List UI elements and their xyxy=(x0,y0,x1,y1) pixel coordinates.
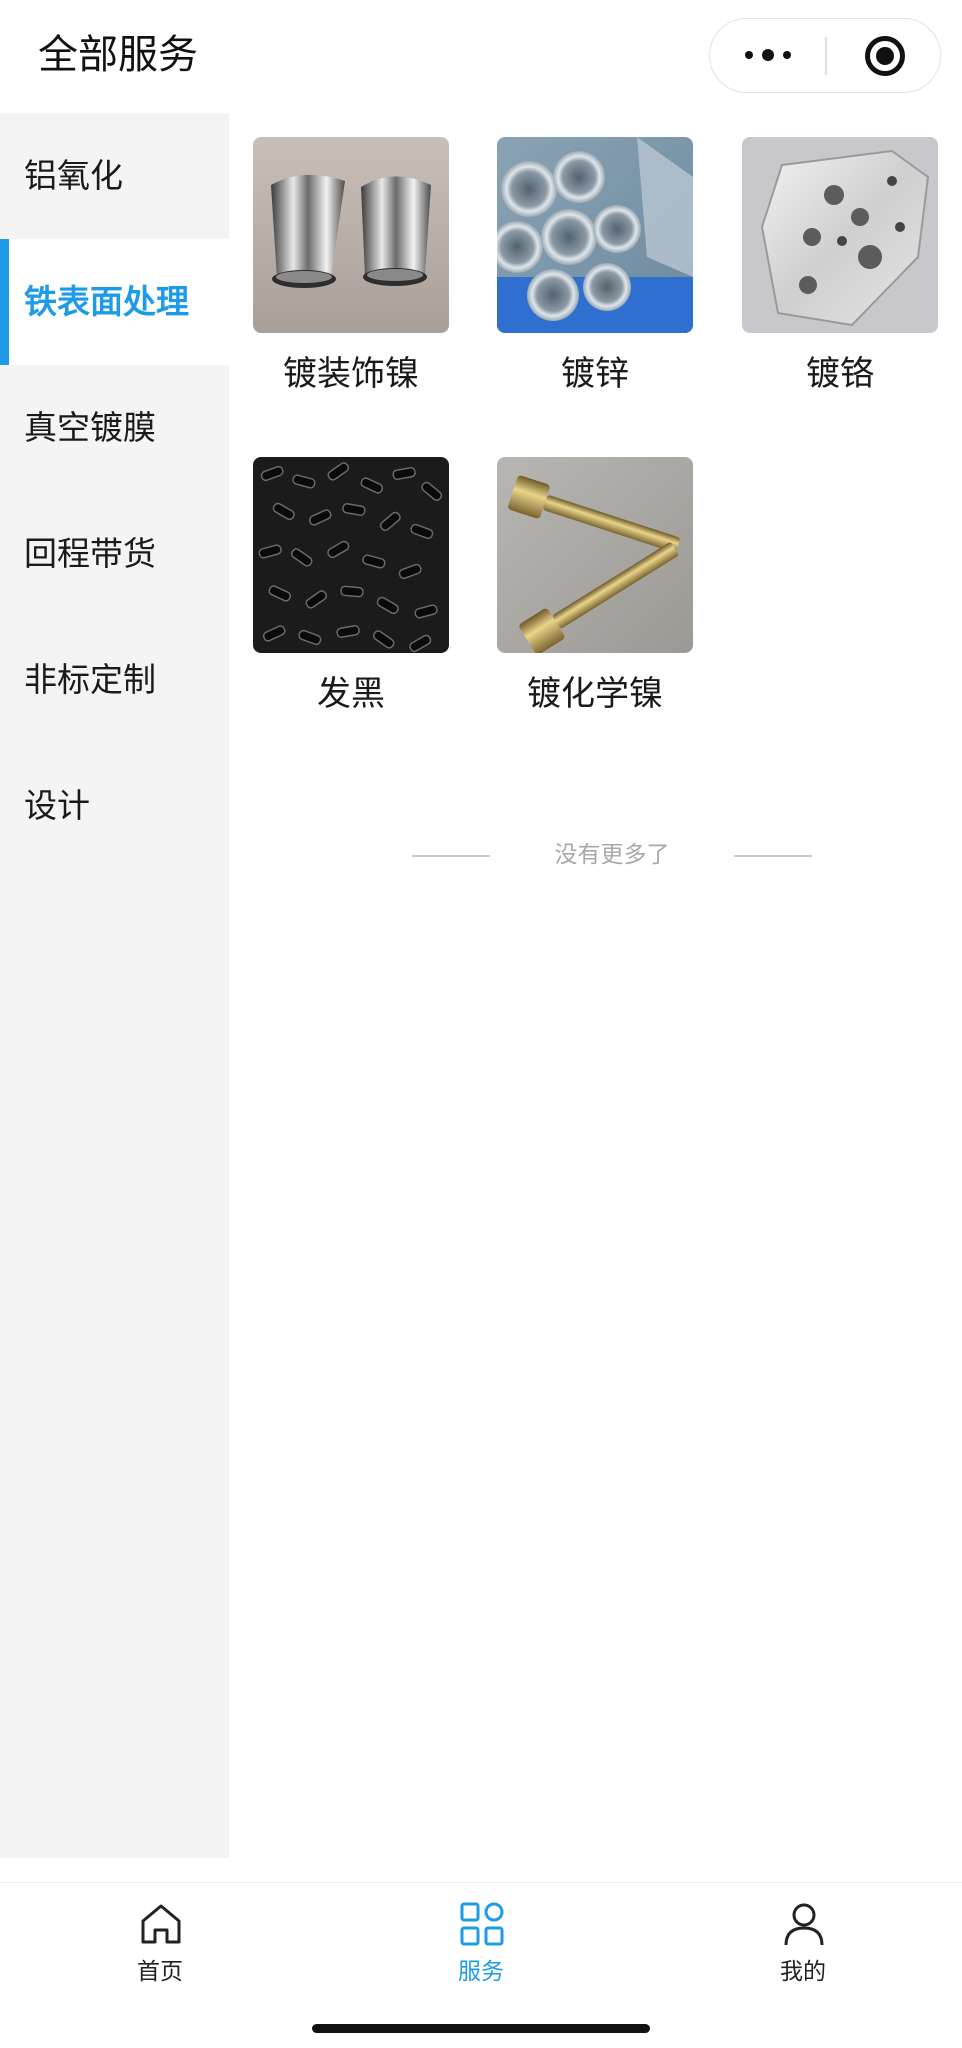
more-dots-icon-center xyxy=(762,49,774,61)
galvanized-pipes-photo xyxy=(497,137,693,333)
tab-profile[interactable]: 我的 xyxy=(703,1883,903,2009)
service-name: 发黑 xyxy=(317,674,385,714)
more-dots-icon xyxy=(745,51,753,59)
target-close-icon-core xyxy=(876,47,894,65)
sidebar-item-label: 真空镀膜 xyxy=(24,408,156,447)
sidebar-item-vacuum-coating[interactable]: 真空镀膜 xyxy=(0,365,229,491)
sidebar-item-label: 铁表面处理 xyxy=(24,282,189,321)
service-image xyxy=(253,137,449,333)
chrome-plate-part-photo xyxy=(742,137,938,333)
sidebar-item-label: 设计 xyxy=(24,786,90,825)
top-nav-bar: 全部服务 xyxy=(0,0,962,113)
mini-program-capsule xyxy=(709,18,941,93)
page-title: 全部服务 xyxy=(38,32,198,78)
service-image xyxy=(742,137,938,333)
sidebar-item-return-freight[interactable]: 回程带货 xyxy=(0,491,229,617)
sidebar-item-iron-surface-treatment[interactable]: 铁表面处理 xyxy=(0,239,229,365)
sidebar-item-aluminum-oxidation[interactable]: 铝氧化 xyxy=(0,113,229,239)
service-card-decorative-nickel[interactable]: 镀装饰镍 xyxy=(253,137,449,407)
tab-home[interactable]: 首页 xyxy=(60,1883,260,2009)
sidebar-item-label: 铝氧化 xyxy=(24,156,123,195)
service-name: 镀铬 xyxy=(806,354,874,394)
service-grid: 镀装饰镍 镀锌 镀铬 发黑 镀化学镍 没有更多了 xyxy=(229,113,962,1858)
service-name: 镀装饰镍 xyxy=(283,354,419,394)
sidebar-item-design[interactable]: 设计 xyxy=(0,743,229,869)
category-sidebar: 铝氧化 铁表面处理 真空镀膜 回程带货 非标定制 设计 xyxy=(0,113,229,1858)
service-card-electroless-nickel[interactable]: 镀化学镍 xyxy=(497,457,693,727)
knurled-screws-photo xyxy=(497,457,693,653)
service-name: 镀锌 xyxy=(561,354,629,394)
black-oxide-pellets-photo xyxy=(253,457,449,653)
tab-label: 服务 xyxy=(458,1959,504,1985)
tab-label: 首页 xyxy=(137,1959,183,1985)
sidebar-item-label: 非标定制 xyxy=(24,660,156,699)
tab-label: 我的 xyxy=(780,1959,826,1985)
service-card-galvanizing[interactable]: 镀锌 xyxy=(497,137,693,407)
home-indicator[interactable] xyxy=(312,2024,650,2033)
bottom-tab-bar: 首页 服务 我的 xyxy=(0,1882,962,2008)
service-image xyxy=(253,457,449,653)
sidebar-item-label: 回程带货 xyxy=(24,534,156,573)
sidebar-item-custom[interactable]: 非标定制 xyxy=(0,617,229,743)
more-menu-button[interactable] xyxy=(710,19,825,91)
tab-services[interactable]: 服务 xyxy=(381,1883,581,2009)
grid-icon xyxy=(459,1901,505,1947)
close-mini-program-button[interactable] xyxy=(827,19,940,91)
service-card-black-oxide[interactable]: 发黑 xyxy=(253,457,449,727)
service-name: 镀化学镍 xyxy=(527,674,663,714)
user-icon xyxy=(781,1901,827,1947)
polished-nickel-cups-photo xyxy=(253,137,449,333)
active-indicator xyxy=(0,239,9,365)
service-card-chrome[interactable]: 镀铬 xyxy=(742,137,938,407)
more-dots-icon-right xyxy=(783,51,791,59)
home-icon xyxy=(138,1901,184,1947)
service-image xyxy=(497,457,693,653)
end-of-list-indicator: 没有更多了 xyxy=(412,835,812,875)
end-line-right xyxy=(734,855,812,857)
service-image xyxy=(497,137,693,333)
